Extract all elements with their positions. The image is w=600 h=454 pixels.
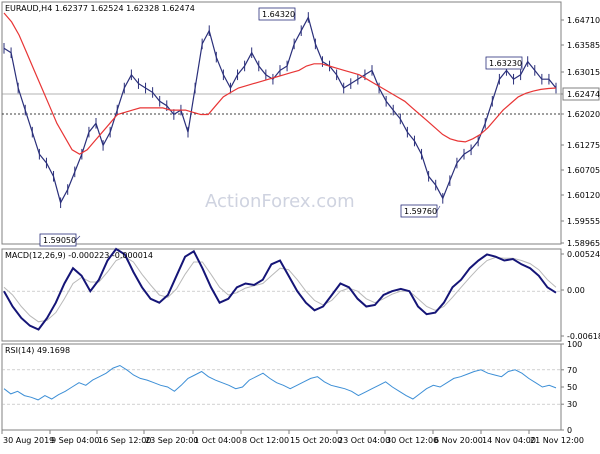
macd-panel-title: MACD(12,26,9) -0.000223 -0.000014	[5, 251, 153, 260]
price-y-tick-label: 1.60705	[567, 166, 600, 175]
x-axis-tick-label: 14 Nov 04:00	[482, 436, 536, 445]
price-y-tick-label: 1.58965	[567, 239, 600, 248]
x-axis-tick-label: 9 Sep 04:00	[51, 436, 99, 445]
chart-stage: 1.64710 1.63585 1.63015 1.62474 1.62020 1.612…	[0, 0, 600, 450]
price-y-tick-label: 1.64710	[567, 16, 600, 25]
x-axis-tick-label: 23 Sep 20:00	[145, 436, 198, 445]
rsi-y-tick-label: 50	[567, 383, 577, 392]
x-axis-tick-label: 23 Oct 04:00	[338, 436, 390, 445]
price-y-tick-label: 1.63015	[567, 68, 600, 77]
price-y-tick-label: 1.63585	[567, 41, 600, 50]
macd-line	[3, 247, 557, 331]
x-axis-tick-label: 30 Oct 12:00	[386, 436, 438, 445]
price-annotation-label: 1.63230	[489, 59, 522, 68]
rsi-y-tick-label: 100	[567, 340, 582, 349]
price-y-tick-label: 1.61275	[567, 141, 600, 150]
price-annotation-leader	[436, 205, 441, 212]
price-annotation-label: 1.59760	[404, 207, 437, 216]
x-axis-tick-label: 6 Nov 20:00	[434, 436, 483, 445]
rsi-y-tick-label: 70	[567, 366, 577, 375]
rsi-panel-title: RSI(14) 49.1698	[5, 346, 70, 355]
price-annotation-leader	[75, 235, 81, 241]
price-y-tick-label: 1.60120	[567, 191, 600, 200]
x-axis-tick-label: 16 Sep 12:00	[98, 436, 151, 445]
rsi-y-tick-label: 30	[567, 400, 577, 409]
rsi-y-tick-label: 0	[567, 426, 572, 435]
moving-average-line	[3, 12, 557, 155]
x-axis-tick-label: 15 Oct 20:00	[290, 436, 342, 445]
price-y-tick-label: 1.62020	[567, 110, 600, 119]
rsi-line	[3, 364, 557, 401]
price-series-line	[3, 15, 557, 205]
rsi-panel-frame	[1, 343, 562, 431]
forex-chart: 1.64710 1.63585 1.63015 1.62474 1.62020 1.612…	[1, 1, 600, 445]
price-y-tick-label: 1.62474	[567, 90, 600, 99]
price-panel-title: EURAUD,H4 1.62377 1.62524 1.62328 1.6247…	[5, 4, 195, 13]
price-annotation-label: 1.64320	[262, 10, 295, 19]
macd-y-tick-label: 0.005243	[567, 250, 600, 259]
x-axis-tick-label: 30 Aug 2019	[3, 436, 54, 445]
watermark-text: ActionForex.com	[205, 191, 355, 212]
x-axis-tick-label: 1 Oct 04:00	[194, 436, 241, 445]
x-axis-tick-label: 21 Nov 12:00	[530, 436, 584, 445]
price-annotation-label: 1.59050	[43, 236, 76, 245]
price-y-tick-label: 1.59555	[567, 217, 600, 226]
x-axis-tick-label: 8 Oct 12:00	[242, 436, 289, 445]
macd-y-tick-label: 0.00	[567, 286, 585, 295]
